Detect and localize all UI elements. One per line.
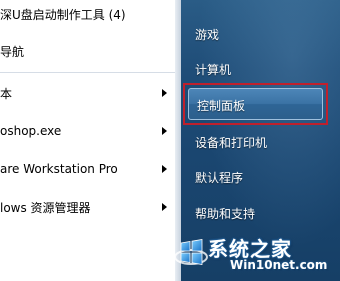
program-item-vmware[interactable]: are Workstation Pro	[0, 155, 181, 183]
menu-item-devices-printers[interactable]: 设备和打印机	[195, 134, 267, 151]
program-list-pane: 深U盘启动制作工具 (4) 导航 本 oshop.exe are Worksta…	[0, 0, 181, 281]
menu-item-default-programs[interactable]: 默认程序	[195, 169, 243, 186]
program-item-navigation[interactable]: 导航	[0, 37, 181, 65]
program-item-label: 本	[0, 86, 13, 101]
submenu-arrow-icon	[162, 89, 167, 97]
highlight-annotation-box	[183, 83, 328, 125]
program-item-usb-tool[interactable]: 深U盘启动制作工具 (4)	[0, 0, 181, 28]
watermark-logo: 系统之家 Win10net.com	[174, 230, 340, 281]
program-item-notepad[interactable]: 本	[0, 79, 181, 107]
program-item-label: 导航	[0, 44, 25, 59]
program-item-photoshop[interactable]: oshop.exe	[0, 117, 181, 145]
submenu-arrow-icon	[162, 127, 167, 135]
program-item-explorer[interactable]: lows 资源管理器	[0, 193, 181, 221]
program-item-label: 深U盘启动制作工具 (4)	[0, 7, 126, 22]
submenu-arrow-icon	[162, 165, 167, 173]
program-item-label: oshop.exe	[0, 124, 62, 138]
program-item-label: lows 资源管理器	[0, 200, 91, 215]
watermark-subtitle: Win10net.com	[230, 258, 328, 272]
program-item-label: are Workstation Pro	[0, 162, 118, 176]
menu-item-computer[interactable]: 计算机	[195, 61, 231, 78]
program-list-divider	[0, 72, 181, 73]
menu-item-games[interactable]: 游戏	[195, 26, 219, 43]
submenu-arrow-icon	[162, 203, 167, 211]
menu-item-help-support[interactable]: 帮助和支持	[195, 205, 255, 222]
win-logo-icon	[174, 239, 208, 265]
